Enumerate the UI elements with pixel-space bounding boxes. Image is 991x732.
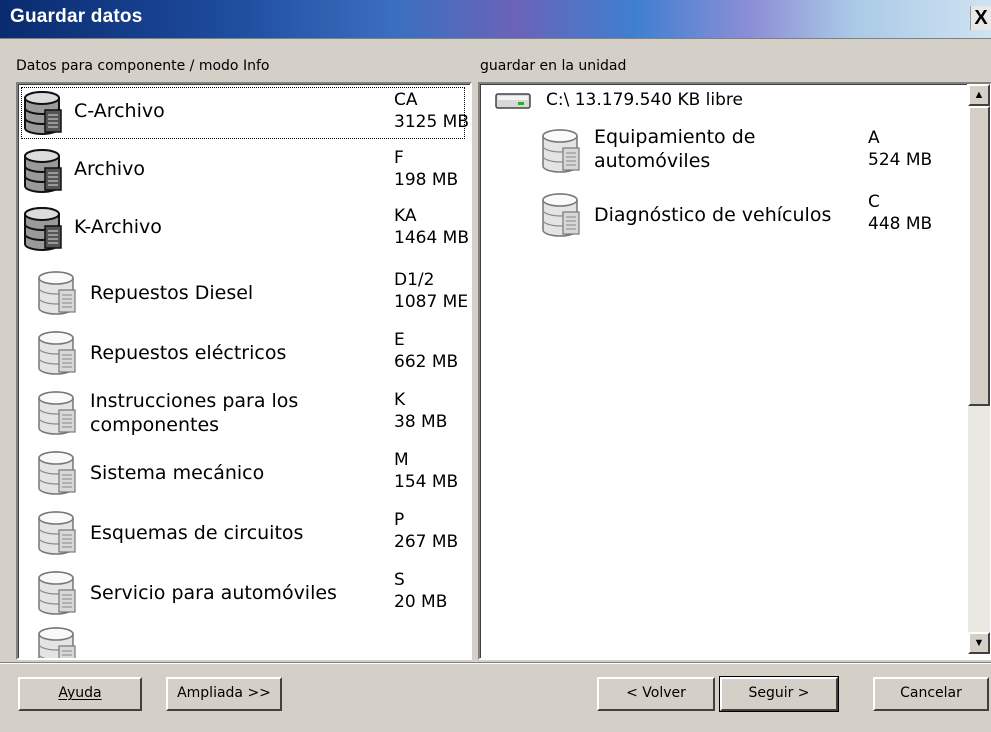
back-button[interactable]: < Volver — [597, 677, 715, 711]
list-item-servicio[interactable]: Servicio para automóviles S 20 MB — [20, 566, 466, 622]
item-name: Instrucciones para los — [90, 390, 299, 412]
list-item-k-archivo[interactable]: K-Archivo KA 1464 MB — [20, 202, 469, 256]
scroll-up-button[interactable]: ▲ — [968, 84, 990, 106]
item-size: 3125 MB — [394, 112, 469, 132]
database-dark-icon — [24, 91, 62, 135]
item-code: KA — [394, 206, 417, 226]
list-item-esquemas[interactable]: Esquemas de circuitos P 267 MB — [20, 506, 466, 562]
item-code: A — [868, 128, 880, 148]
item-size: 1087 ME — [394, 292, 469, 312]
help-button[interactable]: Ayuda — [18, 677, 142, 711]
item-code: C — [868, 192, 880, 212]
item-name: K-Archivo — [74, 216, 162, 238]
item-size: 20 MB — [394, 592, 448, 612]
item-size: 524 MB — [868, 150, 933, 170]
component-list[interactable]: C-Archivo CA 3125 MB Archivo F 198 MB K-… — [16, 82, 472, 660]
database-dark-icon — [24, 149, 62, 193]
drive-tree[interactable]: C:\ 13.179.540 KB libre Equipamiento de … — [478, 82, 991, 660]
close-button[interactable]: X — [970, 6, 991, 30]
database-icon — [38, 271, 76, 315]
list-item-partial[interactable] — [20, 626, 466, 658]
item-size: 198 MB — [394, 170, 459, 190]
item-size: 154 MB — [394, 472, 459, 492]
item-name: Archivo — [74, 158, 146, 180]
expanded-button-label: Ampliada >> — [177, 685, 271, 701]
database-dark-icon — [24, 207, 62, 251]
database-icon — [38, 331, 76, 375]
item-name: Diagnóstico de vehículos — [594, 204, 832, 226]
next-button-label: Seguir > — [748, 685, 810, 701]
item-size: 448 MB — [868, 214, 933, 234]
item-name: Repuestos Diesel — [90, 282, 254, 304]
database-icon — [542, 193, 580, 237]
list-item-c-archivo[interactable]: C-Archivo CA 3125 MB — [20, 86, 469, 140]
item-name: Servicio para automóviles — [90, 582, 337, 604]
database-icon — [38, 451, 76, 495]
list-item-repuestos-electricos[interactable]: Repuestos eléctricos E 662 MB — [20, 326, 466, 382]
item-name: Sistema mecánico — [90, 462, 265, 484]
item-code: P — [394, 510, 405, 530]
database-icon — [38, 511, 76, 555]
divider — [0, 662, 991, 664]
database-icon — [38, 627, 76, 658]
item-code: K — [394, 390, 406, 410]
item-name-line2: automóviles — [594, 150, 711, 172]
next-button[interactable]: Seguir > — [719, 676, 839, 712]
scroll-down-button[interactable]: ▼ — [968, 632, 990, 654]
item-size: 267 MB — [394, 532, 459, 552]
list-item-instrucciones[interactable]: Instrucciones para los componentes K 38 … — [20, 386, 466, 442]
item-size: 1464 MB — [394, 228, 469, 248]
database-icon — [38, 391, 76, 435]
list-item-archivo[interactable]: Archivo F 198 MB — [20, 144, 466, 198]
cancel-button-label: Cancelar — [900, 685, 962, 701]
item-code: S — [394, 570, 405, 590]
left-section-label: Datos para componente / modo Info — [16, 58, 270, 74]
hard-drive-icon — [495, 93, 531, 109]
item-name: C-Archivo — [74, 100, 165, 122]
tree-item-equipamiento[interactable]: Equipamiento de automóviles A 524 MB — [538, 124, 948, 182]
right-section-label: guardar en la unidad — [480, 58, 627, 74]
vertical-scrollbar[interactable]: ▲ ▼ — [967, 84, 990, 654]
title-bar: Guardar datos X — [0, 0, 991, 39]
window-title: Guardar datos — [10, 6, 143, 27]
expanded-button[interactable]: Ampliada >> — [166, 677, 282, 711]
database-icon — [38, 571, 76, 615]
item-size: 662 MB — [394, 352, 459, 372]
help-button-label: Ayuda — [58, 685, 102, 701]
item-name: Repuestos eléctricos — [90, 342, 287, 364]
item-code: E — [394, 330, 405, 350]
tree-item-diagnostico[interactable]: Diagnóstico de vehículos C 448 MB — [538, 188, 948, 246]
list-item-repuestos-diesel[interactable]: Repuestos Diesel D1/2 1087 ME — [20, 266, 469, 322]
scroll-thumb[interactable] — [968, 106, 990, 406]
item-size: 38 MB — [394, 412, 448, 432]
item-code: CA — [394, 90, 418, 110]
item-name: Esquemas de circuitos — [90, 522, 304, 544]
back-button-label: < Volver — [626, 685, 686, 701]
cancel-button[interactable]: Cancelar — [873, 677, 989, 711]
database-icon — [542, 129, 580, 173]
item-code: F — [394, 148, 404, 168]
item-name-line2: componentes — [90, 414, 220, 436]
list-item-sistema-mecanico[interactable]: Sistema mecánico M 154 MB — [20, 446, 466, 502]
item-code: M — [394, 450, 409, 470]
item-name: Equipamiento de — [594, 126, 756, 148]
item-code: D1/2 — [394, 270, 435, 290]
drive-label: C:\ 13.179.540 KB libre — [546, 90, 743, 110]
